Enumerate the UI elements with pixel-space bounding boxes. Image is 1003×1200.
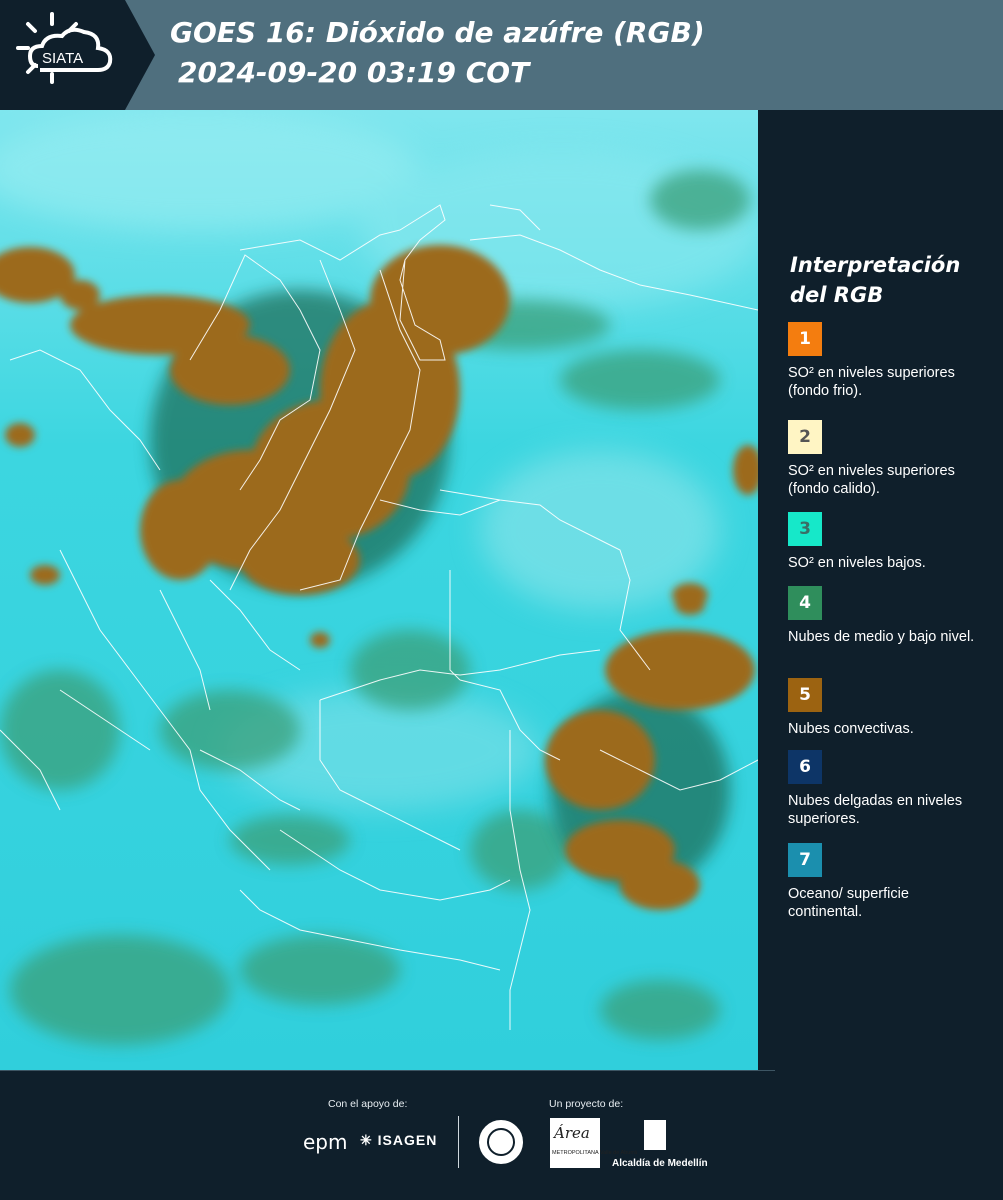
legend-label-6: Nubes delgadas en niveles superiores. bbox=[788, 793, 963, 827]
legend-label-2: SO² en niveles superiores (fondo calido)… bbox=[788, 463, 955, 497]
area-logo-subtext: METROPOLITANA Valle de Aburrá bbox=[552, 1150, 638, 1156]
legend-item-1: 1 SO² en niveles superiores (fondo frio)… bbox=[788, 322, 993, 400]
legend-title-line-1: Interpretación bbox=[790, 253, 961, 277]
legend-swatch-2: 2 bbox=[788, 420, 822, 454]
legend-swatch-1: 1 bbox=[788, 322, 822, 356]
legend-swatch-7: 7 bbox=[788, 843, 822, 877]
legend-label-3: SO² en niveles bajos. bbox=[788, 555, 926, 571]
legend-label-1: SO² en niveles superiores (fondo frio). bbox=[788, 365, 955, 399]
area-metropolitana-logo: Área METROPOLITANA Valle de Aburrá bbox=[550, 1118, 637, 1168]
legend-panel: Interpretación del RGB 1 SO² en niveles … bbox=[760, 110, 1003, 1070]
svg-text:SIATA: SIATA bbox=[42, 50, 83, 67]
legend-swatch-4: 4 bbox=[788, 586, 822, 620]
project-label: Un proyecto de: bbox=[549, 1098, 624, 1110]
legend-item-4: 4 Nubes de medio y bajo nivel. bbox=[788, 586, 993, 646]
legend-swatch-5: 5 bbox=[788, 678, 822, 712]
legend-item-5: 5 Nubes convectivas. bbox=[788, 678, 993, 738]
so2-rgb-image bbox=[0, 110, 758, 1070]
footer-divider-line bbox=[0, 1070, 775, 1071]
legend-swatch-6: 6 bbox=[788, 750, 822, 784]
header: SIATA GOES 16: Dióxido de azúfre (RGB) 2… bbox=[0, 0, 1003, 110]
legend-title-line-2: del RGB bbox=[790, 283, 884, 307]
legend-item-3: 3 SO² en niveles bajos. bbox=[788, 512, 993, 572]
siata-logo-icon: SIATA bbox=[16, 12, 113, 84]
alcaldia-shield-icon bbox=[642, 1118, 668, 1152]
support-label: Con el apoyo de: bbox=[328, 1098, 408, 1110]
logo-block: SIATA bbox=[0, 0, 155, 110]
legend-item-7: 7 Oceano/ superficie continental. bbox=[788, 843, 993, 921]
timestamp: 2024-09-20 03:19 COT bbox=[178, 56, 530, 89]
isagen-star-icon: ✳ bbox=[360, 1132, 373, 1148]
legend-label-4: Nubes de medio y bajo nivel. bbox=[788, 629, 975, 645]
isagen-label: ISAGEN bbox=[377, 1132, 438, 1148]
footer: Con el apoyo de: Un proyecto de: epm ✳ I… bbox=[0, 1070, 1003, 1200]
satellite-map bbox=[0, 110, 758, 1070]
legend-label-5: Nubes convectivas. bbox=[788, 721, 914, 737]
epm-logo: epm bbox=[303, 1130, 348, 1154]
legend-title: Interpretación del RGB bbox=[790, 250, 995, 310]
footer-separator bbox=[458, 1116, 459, 1168]
page-title: GOES 16: Dióxido de azúfre (RGB) bbox=[170, 16, 705, 49]
area-logo-text: Área bbox=[554, 1124, 590, 1142]
legend-item-2: 2 SO² en niveles superiores (fondo calid… bbox=[788, 420, 993, 502]
alcaldia-label: Alcaldía de Medellín bbox=[612, 1158, 708, 1169]
legend-item-6: 6 Nubes delgadas en niveles superiores. bbox=[788, 750, 993, 828]
legend-label-7: Oceano/ superficie continental. bbox=[788, 886, 909, 920]
seal-inner-ring bbox=[487, 1128, 515, 1156]
legend-swatch-3: 3 bbox=[788, 512, 822, 546]
isagen-logo: ✳ ISAGEN bbox=[360, 1132, 437, 1149]
medellin-seal-icon bbox=[477, 1118, 525, 1166]
